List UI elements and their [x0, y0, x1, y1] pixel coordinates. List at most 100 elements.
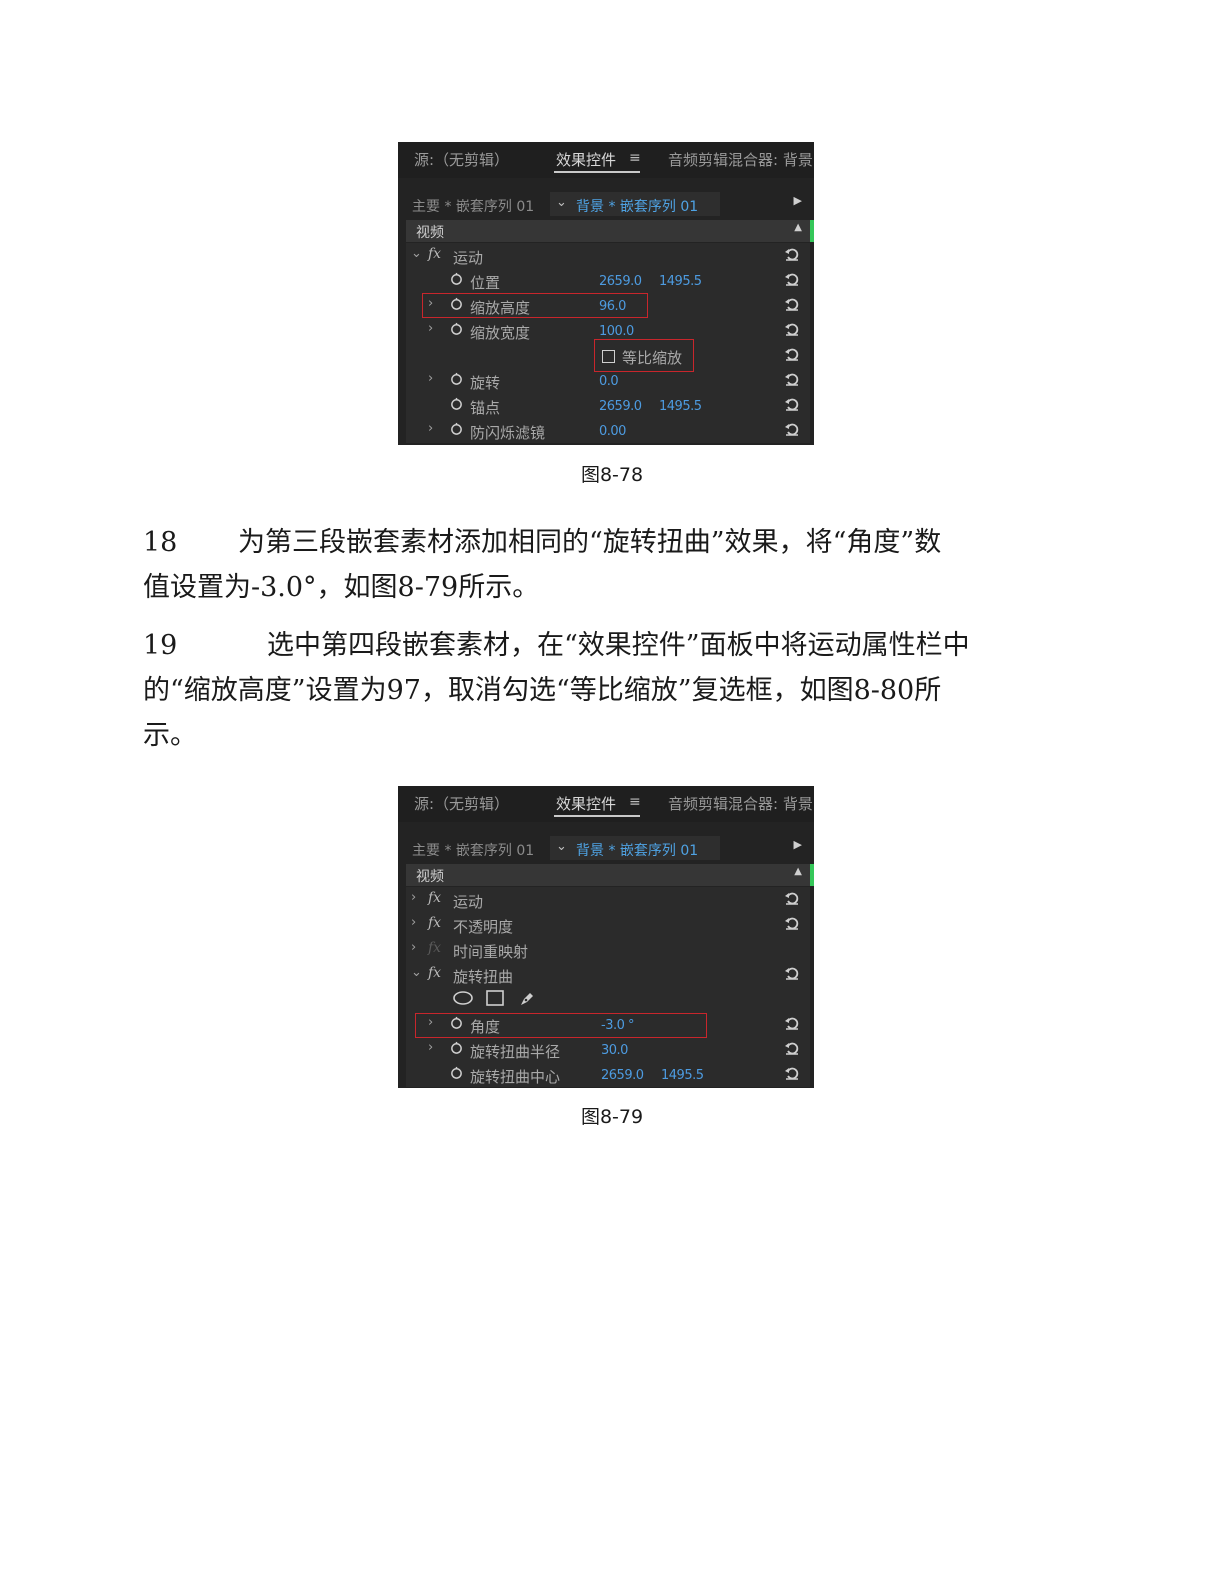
step-number: 18	[143, 527, 178, 558]
reset-icon[interactable]	[784, 421, 800, 437]
fx-icon[interactable]: fx	[428, 940, 441, 956]
scroll-up-icon[interactable]: ▲	[794, 866, 802, 877]
reset-icon[interactable]	[784, 1015, 800, 1031]
effect-row-twirl[interactable]: ⌄ fx 旋转扭曲	[406, 962, 810, 988]
chevron-right-icon[interactable]: ›	[428, 371, 433, 386]
timeline-indicator	[810, 864, 814, 886]
fx-icon[interactable]: fx	[428, 246, 441, 262]
tab-effect-controls[interactable]: 效果控件	[556, 793, 616, 814]
reset-icon[interactable]	[784, 1040, 800, 1056]
reset-icon[interactable]	[784, 371, 800, 387]
fx-icon[interactable]: fx	[428, 965, 441, 981]
stopwatch-icon[interactable]	[450, 1041, 463, 1054]
step-19: 19 选中第四段嵌套素材，在“效果控件”面板中将运动属性栏中 的“缩放高度”设置…	[143, 623, 1073, 758]
chevron-down-icon: ⌄	[556, 839, 567, 854]
effect-row-time-remapping[interactable]: › fx 时间重映射	[406, 937, 810, 963]
clip-sequence-dropdown[interactable]: ⌄ 背景 * 嵌套序列 01	[550, 836, 720, 860]
panel-menu-icon[interactable]: ≡	[629, 150, 641, 166]
highlight-box-scale-height	[422, 293, 648, 318]
chevron-right-icon[interactable]: ›	[411, 940, 416, 955]
fx-icon[interactable]: fx	[428, 915, 441, 931]
reset-icon[interactable]	[784, 246, 800, 262]
property-value-y[interactable]: 1495.5	[661, 1068, 704, 1083]
reset-icon[interactable]	[784, 346, 800, 362]
stopwatch-icon[interactable]	[450, 422, 463, 435]
effect-row-opacity[interactable]: › fx 不透明度	[406, 912, 810, 938]
property-label: 旋转扭曲半径	[470, 1043, 561, 1061]
chevron-right-icon[interactable]: ›	[411, 915, 416, 930]
effect-row-motion[interactable]: › fx 运动	[406, 887, 810, 913]
property-row-anchor-point[interactable]: 锚点 2659.0 1495.5	[406, 393, 810, 419]
tab-audio-clip-mixer[interactable]: 音频剪辑混合器: 背景	[668, 793, 813, 814]
property-row-twirl-radius[interactable]: › 旋转扭曲半径 30.0	[406, 1037, 810, 1063]
stopwatch-icon[interactable]	[450, 1066, 463, 1079]
master-sequence-label[interactable]: 主要 * 嵌套序列 01	[412, 840, 534, 860]
reset-icon[interactable]	[784, 890, 800, 906]
chevron-right-icon[interactable]: ›	[411, 890, 416, 905]
reset-icon[interactable]	[784, 321, 800, 337]
stopwatch-icon[interactable]	[450, 397, 463, 410]
property-value-y[interactable]: 1495.5	[659, 274, 702, 289]
property-value-x[interactable]: 2659.0	[601, 1068, 644, 1083]
property-value-x[interactable]: 2659.0	[599, 274, 642, 289]
panel-menu-icon[interactable]: ≡	[629, 794, 641, 810]
reset-icon[interactable]	[784, 1065, 800, 1081]
ellipse-mask-icon[interactable]	[452, 990, 474, 1006]
highlight-box-angle	[415, 1013, 707, 1038]
property-row-position[interactable]: 位置 2659.0 1495.5	[406, 268, 810, 294]
reset-icon[interactable]	[784, 296, 800, 312]
step-18: 18 为第三段嵌套素材添加相同的“旋转扭曲”效果，将“角度”数 值设置为-3.0…	[143, 520, 1073, 610]
chevron-right-icon[interactable]: ›	[428, 1040, 433, 1055]
video-label: 视频	[416, 225, 444, 241]
clip-sequence-dropdown[interactable]: ⌄ 背景 * 嵌套序列 01	[550, 192, 720, 216]
property-value[interactable]: 100.0	[599, 324, 634, 339]
property-value[interactable]: 0.00	[599, 424, 626, 439]
figure-caption-8-78: 图8-78	[580, 464, 644, 486]
property-label: 位置	[470, 274, 501, 292]
tab-source[interactable]: 源:（无剪辑）	[414, 149, 509, 170]
stopwatch-icon[interactable]	[450, 372, 463, 385]
stopwatch-icon[interactable]	[450, 322, 463, 335]
panel-tab-bar: 源:（无剪辑） 效果控件 ≡ 音频剪辑混合器: 背景	[398, 142, 814, 178]
chevron-down-icon[interactable]: ⌄	[411, 246, 422, 261]
chevron-right-icon[interactable]: ›	[428, 321, 433, 336]
effect-label: 旋转扭曲	[453, 968, 514, 986]
fx-icon[interactable]: fx	[428, 890, 441, 906]
property-label: 缩放宽度	[470, 324, 531, 342]
chevron-right-icon[interactable]: ›	[428, 421, 433, 436]
property-label: 旋转扭曲中心	[470, 1068, 561, 1086]
pen-mask-icon[interactable]	[518, 990, 536, 1008]
property-value-x[interactable]: 2659.0	[599, 399, 642, 414]
clip-sequence-label: 背景 * 嵌套序列 01	[576, 199, 699, 215]
property-label: 锚点	[470, 399, 501, 417]
effect-label: 不透明度	[453, 918, 514, 936]
property-value-y[interactable]: 1495.5	[659, 399, 702, 414]
active-tab-underline	[554, 171, 640, 173]
reset-icon[interactable]	[784, 915, 800, 931]
chevron-down-icon[interactable]: ⌄	[411, 965, 422, 980]
play-arrow-icon[interactable]: ▶	[794, 838, 802, 851]
tab-audio-clip-mixer[interactable]: 音频剪辑混合器: 背景	[668, 149, 813, 170]
master-sequence-label[interactable]: 主要 * 嵌套序列 01	[412, 196, 534, 216]
reset-icon[interactable]	[784, 965, 800, 981]
reset-icon[interactable]	[784, 396, 800, 412]
property-value[interactable]: 30.0	[601, 1043, 628, 1058]
step-number: 19	[143, 630, 178, 661]
tab-source[interactable]: 源:（无剪辑）	[414, 793, 509, 814]
property-row-motion[interactable]: ⌄ fx 运动	[406, 243, 810, 269]
rectangle-mask-icon[interactable]	[486, 990, 504, 1006]
clip-sequence-label: 背景 * 嵌套序列 01	[576, 843, 699, 859]
scroll-up-icon[interactable]: ▲	[794, 222, 802, 233]
effect-controls-panel-fig-8-78: 源:（无剪辑） 效果控件 ≡ 音频剪辑混合器: 背景 主要 * 嵌套序列 01 …	[398, 142, 814, 445]
sequence-selector-row: 主要 * 嵌套序列 01 ⌄ 背景 * 嵌套序列 01 ▶	[398, 834, 814, 862]
property-row-twirl-center[interactable]: 旋转扭曲中心 2659.0 1495.5	[406, 1062, 810, 1088]
effect-label: 运动	[453, 893, 484, 911]
highlight-box-uniform-scale	[594, 339, 694, 372]
property-row-anti-flicker[interactable]: › 防闪烁滤镜 0.00	[406, 418, 810, 444]
tab-effect-controls[interactable]: 效果控件	[556, 149, 616, 170]
play-arrow-icon[interactable]: ▶	[794, 194, 802, 207]
effect-controls-panel-fig-8-79: 源:（无剪辑） 效果控件 ≡ 音频剪辑混合器: 背景 主要 * 嵌套序列 01 …	[398, 786, 814, 1088]
reset-icon[interactable]	[784, 271, 800, 287]
property-value[interactable]: 0.0	[599, 374, 619, 389]
stopwatch-icon[interactable]	[450, 272, 463, 285]
